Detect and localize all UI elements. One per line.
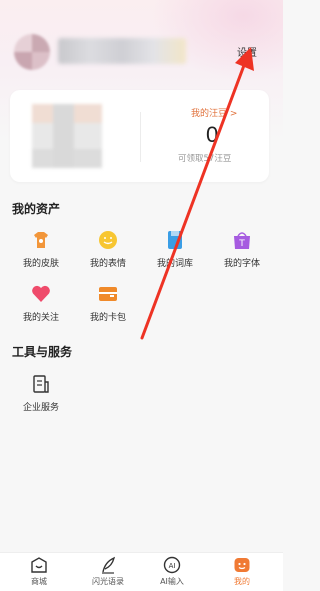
- asset-item-emoji[interactable]: 我的表情: [80, 230, 136, 269]
- asset-item-card-wallet[interactable]: 我的卡包: [80, 284, 136, 323]
- tab-label: 闪光语录: [92, 577, 124, 586]
- emoji-icon: [98, 230, 118, 250]
- asset-item-font[interactable]: T 我的字体: [214, 230, 270, 269]
- points-card: 我的汪豆 > 0 可领取57汪豆: [10, 90, 269, 182]
- asset-item-dictionary[interactable]: 我的词库: [147, 230, 203, 269]
- enterprise-icon: [31, 374, 51, 394]
- tab-store[interactable]: 商城: [17, 556, 61, 587]
- points-link[interactable]: 我的汪豆 >: [191, 106, 237, 119]
- heart-icon: [31, 284, 51, 304]
- points-subtitle: 可领取57汪豆: [178, 154, 232, 164]
- settings-button[interactable]: 设置: [237, 44, 257, 59]
- assets-title: 我的资产: [12, 202, 61, 216]
- tab-label: 我的: [234, 577, 250, 586]
- ai-icon: AI: [163, 556, 181, 574]
- font-icon: T: [232, 230, 252, 250]
- asset-label: 我的关注: [22, 313, 59, 323]
- username-blurred[interactable]: [58, 38, 186, 64]
- dictionary-icon: [165, 230, 185, 250]
- store-icon: [30, 556, 48, 574]
- asset-label: 我的卡包: [89, 313, 126, 323]
- tab-label: AI输入: [160, 577, 184, 586]
- asset-label: 我的词库: [156, 259, 193, 269]
- asset-item-skin[interactable]: 我的皮肤: [13, 230, 69, 269]
- asset-label: 我的表情: [89, 259, 126, 269]
- asset-label: 我的皮肤: [22, 259, 59, 269]
- svg-text:AI: AI: [169, 562, 176, 570]
- tool-label: 企业服务: [22, 403, 59, 413]
- tools-title: 工具与服务: [12, 345, 73, 359]
- card-wallet-icon: [98, 284, 118, 304]
- svg-text:T: T: [238, 239, 245, 249]
- tab-quotes[interactable]: 闪光语录: [86, 556, 130, 587]
- tab-profile[interactable]: 我的: [220, 556, 264, 587]
- tab-ai-input[interactable]: AI AI输入: [150, 556, 194, 587]
- asset-item-follow[interactable]: 我的关注: [13, 284, 69, 323]
- card-divider: [140, 112, 141, 162]
- bottom-tab-bar: 商城 闪光语录 AI AI输入 我的: [0, 552, 283, 591]
- tab-label: 商城: [31, 577, 47, 586]
- skin-icon: [31, 230, 51, 250]
- tool-item-enterprise[interactable]: 企业服务: [13, 374, 69, 413]
- profile-icon: [233, 556, 251, 574]
- points-card-image: [32, 104, 102, 168]
- quill-icon: [99, 556, 117, 574]
- points-value: 0: [206, 122, 219, 147]
- avatar[interactable]: [14, 34, 50, 70]
- asset-label: 我的字体: [223, 259, 260, 269]
